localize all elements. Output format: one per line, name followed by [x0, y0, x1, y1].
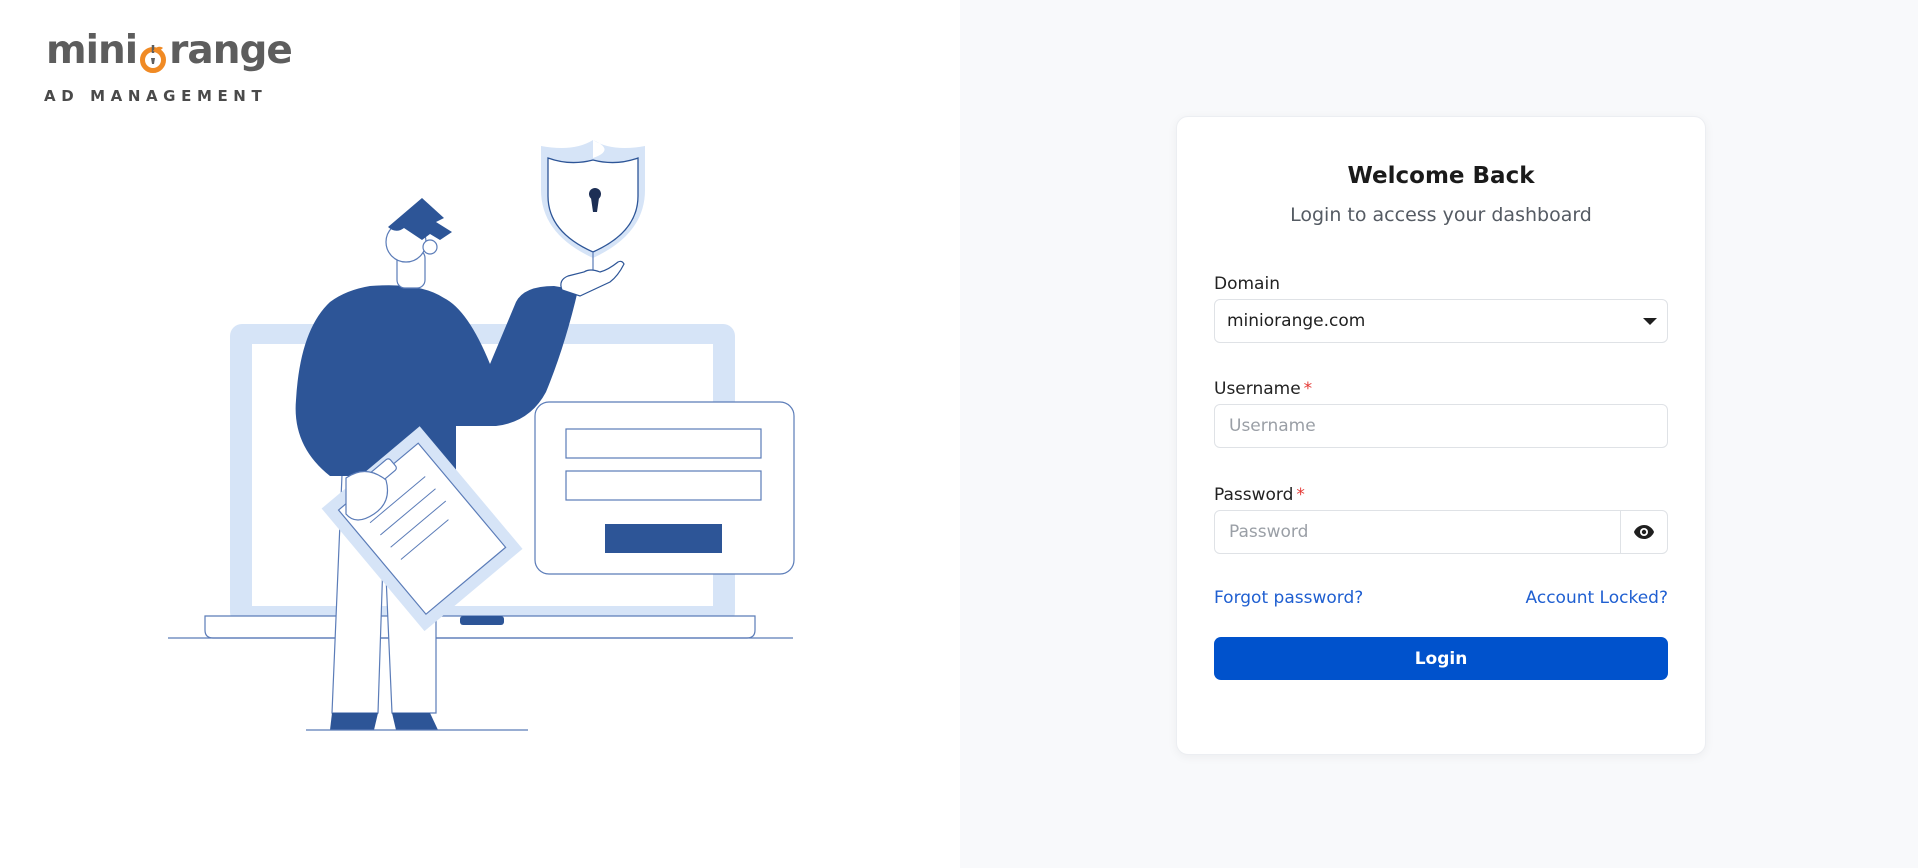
domain-label: Domain: [1214, 274, 1280, 294]
username-field-wrapper: [1214, 404, 1668, 448]
card-subtitle: Login to access your dashboard: [1290, 204, 1592, 226]
required-mark: *: [1303, 379, 1313, 399]
card-title: Welcome Back: [1347, 163, 1535, 189]
username-input[interactable]: [1215, 405, 1667, 447]
logo-orange-icon: [138, 38, 168, 73]
login-card: Welcome Back Login to access your dashbo…: [1176, 116, 1706, 755]
password-label-text: Password: [1214, 485, 1294, 505]
required-mark: *: [1296, 485, 1305, 505]
eye-icon: [1634, 525, 1655, 539]
forgot-password-link[interactable]: Forgot password?: [1214, 588, 1363, 608]
logo-suffix: range: [169, 28, 293, 73]
logo-wordmark: mini range: [46, 28, 293, 73]
domain-select-value: miniorange.com: [1227, 311, 1366, 331]
chevron-down-icon[interactable]: [1643, 317, 1657, 325]
username-label: Username *: [1214, 379, 1312, 399]
login-button[interactable]: Login: [1214, 637, 1668, 680]
security-login-illustration: [160, 130, 810, 740]
username-label-text: Username: [1214, 379, 1301, 399]
miniorange-logo: mini range AD MANAGEMENT: [44, 28, 293, 105]
password-label: Password *: [1214, 485, 1305, 505]
left-panel: mini range AD MANAGEMENT: [0, 0, 960, 868]
show-password-button[interactable]: [1620, 511, 1667, 553]
logo-prefix: mini: [46, 28, 138, 73]
password-field-wrapper: [1214, 510, 1668, 554]
password-input[interactable]: [1215, 511, 1621, 553]
domain-select[interactable]: miniorange.com: [1214, 299, 1668, 343]
account-locked-link[interactable]: Account Locked?: [1526, 588, 1668, 608]
logo-tagline: AD MANAGEMENT: [44, 87, 268, 105]
